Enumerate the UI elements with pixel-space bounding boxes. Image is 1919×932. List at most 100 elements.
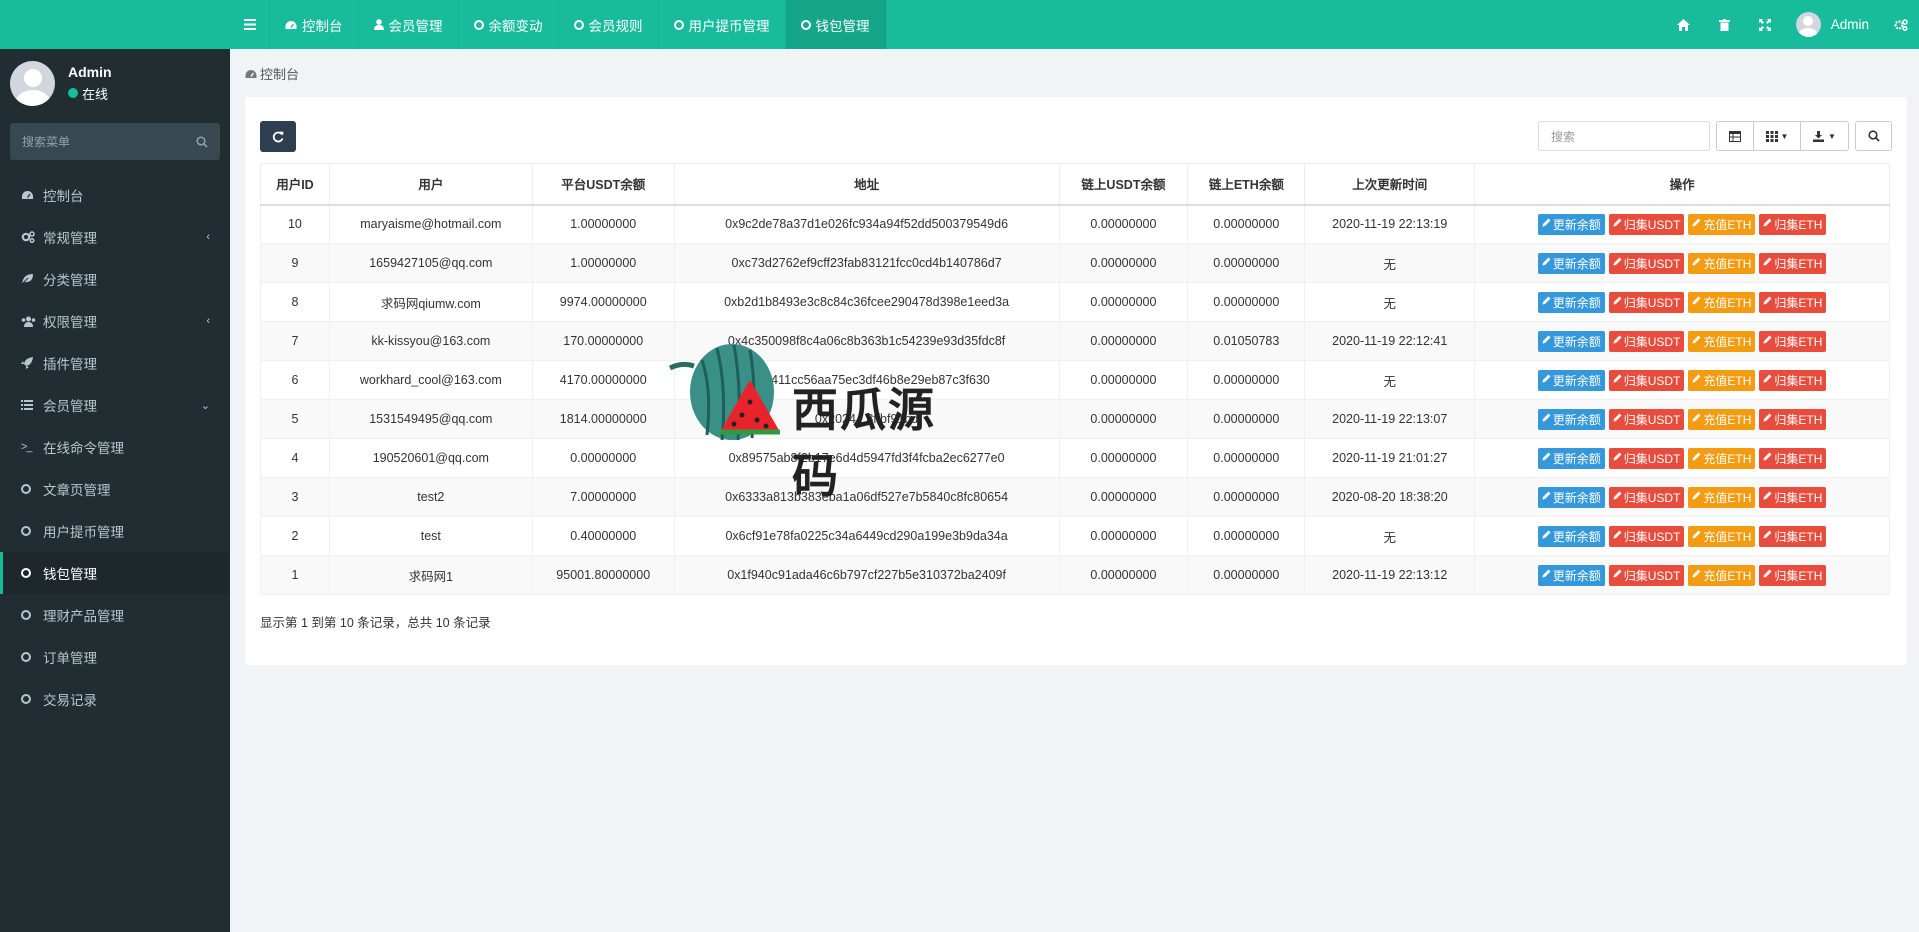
recharge-eth-button[interactable]: 充值ETH [1688,486,1756,508]
collect-usdt-button[interactable]: 归集USDT [1608,564,1685,586]
column-header[interactable]: 操作 [1474,163,1890,206]
collect-eth-button[interactable]: 归集ETH [1759,525,1827,547]
recharge-eth-button[interactable]: 充值ETH [1688,408,1756,430]
column-header[interactable]: 链上USDT余额 [1058,163,1189,206]
advanced-search-button[interactable] [1855,121,1892,151]
collect-usdt-button[interactable]: 归集USDT [1608,408,1685,430]
update-balance-button[interactable]: 更新余额 [1537,486,1605,508]
collect-eth-button[interactable]: 归集ETH [1759,408,1827,430]
collect-usdt-button[interactable]: 归集USDT [1608,213,1685,235]
sidebar-item-8[interactable]: 用户提币管理 [0,510,230,552]
collect-eth-button[interactable]: 归集ETH [1759,486,1827,508]
recharge-eth-button[interactable]: 充值ETH [1688,369,1756,391]
recharge-eth-button[interactable]: 充值ETH [1688,330,1756,352]
collect-usdt-button[interactable]: 归集USDT [1608,252,1685,274]
top-tab-5[interactable]: 钱包管理 [785,0,886,49]
sidebar-item-4[interactable]: 插件管理 [0,342,230,384]
top-tab-2[interactable]: 余额变动 [459,0,559,49]
fullscreen-button[interactable] [1745,0,1786,49]
update-balance-button[interactable]: 更新余额 [1537,291,1605,313]
column-header[interactable]: 用户ID [260,163,330,206]
cogs-icon [21,231,41,243]
update-balance-button[interactable]: 更新余额 [1537,252,1605,274]
pencil-icon [1542,257,1551,269]
collect-usdt-button[interactable]: 归集USDT [1608,447,1685,469]
update-balance-button[interactable]: 更新余额 [1537,525,1605,547]
sidebar-item-12[interactable]: 交易记录 [0,678,230,720]
sidebar-item-label: 分类管理 [43,273,97,288]
top-user-menu[interactable]: Admin [1786,0,1883,49]
search-icon[interactable] [196,135,208,148]
collect-eth-button[interactable]: 归集ETH [1759,564,1827,586]
op-label: 归集ETH [1774,412,1823,427]
collect-usdt-button[interactable]: 归集USDT [1608,486,1685,508]
menu-bars-icon [243,19,256,30]
sidebar-item-9[interactable]: 钱包管理 [0,552,230,594]
sidebar-item-0[interactable]: 控制台 [0,174,230,216]
column-header[interactable]: 上次更新时间 [1304,163,1476,206]
top-tab-4[interactable]: 用户提币管理 [659,0,786,49]
refresh-button[interactable] [260,121,296,152]
update-balance-button[interactable]: 更新余额 [1537,447,1605,469]
update-balance-button[interactable]: 更新余额 [1537,564,1605,586]
sidebar-item-11[interactable]: 订单管理 [0,636,230,678]
sidebar-item-7[interactable]: 文章页管理 [0,468,230,510]
sidebar-item-1[interactable]: 常规管理 ‹ [0,216,230,258]
columns-dropdown-button[interactable]: ▼ [1754,122,1801,150]
settings-button[interactable] [1883,0,1919,49]
op-label: 归集USDT [1623,451,1681,466]
breadcrumb-current[interactable]: 控制台 [260,64,299,83]
collect-eth-button[interactable]: 归集ETH [1759,291,1827,313]
toggle-card-view-button[interactable] [1717,122,1754,150]
collect-eth-button[interactable]: 归集ETH [1759,213,1827,235]
menu-search-input[interactable]: 搜索菜单 [10,123,220,160]
top-tab-1[interactable]: 会员管理 [359,0,459,49]
circle-icon [21,484,41,494]
sidebar-toggle-button[interactable] [230,0,270,49]
collect-usdt-button[interactable]: 归集USDT [1608,330,1685,352]
sidebar-item-5[interactable]: 会员管理 ⌄ [0,384,230,426]
column-header[interactable]: 链上ETH余额 [1187,163,1306,206]
recharge-eth-button[interactable]: 充值ETH [1688,564,1756,586]
collect-eth-button[interactable]: 归集ETH [1759,369,1827,391]
recharge-eth-button[interactable]: 充值ETH [1688,291,1756,313]
column-header[interactable]: 平台USDT余额 [531,163,675,206]
pencil-icon [1613,491,1622,503]
column-header[interactable]: 地址 [673,163,1060,206]
pencil-icon [1692,530,1701,542]
wallet-table: 用户ID 用户 平台USDT余额 地址 链上USDT余额 链上ETH余额 上次更新时间 操作 … [260,163,1890,595]
list-icon [21,400,41,410]
collect-eth-button[interactable]: 归集ETH [1759,330,1827,352]
recharge-eth-button[interactable]: 充值ETH [1688,252,1756,274]
export-dropdown-button[interactable]: ▼ [1801,122,1848,150]
circle-icon [473,19,484,30]
sidebar-item-2[interactable]: 分类管理 [0,258,230,300]
collect-usdt-button[interactable]: 归集USDT [1608,525,1685,547]
recharge-eth-button[interactable]: 充值ETH [1688,525,1756,547]
home-button[interactable] [1663,0,1704,49]
collect-usdt-button[interactable]: 归集USDT [1608,291,1685,313]
table-cell: 求码网qiumw.com [328,282,533,322]
op-label: 归集USDT [1623,529,1681,544]
table-search-input[interactable]: 搜索 [1538,121,1710,151]
top-tab-0[interactable]: 控制台 [270,0,359,49]
update-balance-button[interactable]: 更新余额 [1537,408,1605,430]
update-balance-button[interactable]: 更新余额 [1537,213,1605,235]
collect-eth-button[interactable]: 归集ETH [1759,447,1827,469]
sidebar-item-6[interactable]: >_ 在线命令管理 [0,426,230,468]
sidebar-item-3[interactable]: 权限管理 ‹ [0,300,230,342]
sidebar-item-label: 权限管理 [43,315,97,330]
recharge-eth-button[interactable]: 充值ETH [1688,447,1756,469]
table-cell: 1.00000000 [531,243,675,283]
sidebar-item-10[interactable]: 理财产品管理 [0,594,230,636]
collect-usdt-button[interactable]: 归集USDT [1608,369,1685,391]
collect-eth-button[interactable]: 归集ETH [1759,252,1827,274]
clear-cache-button[interactable] [1704,0,1745,49]
update-balance-button[interactable]: 更新余额 [1537,369,1605,391]
recharge-eth-button[interactable]: 充值ETH [1688,213,1756,235]
brand-logo-area[interactable] [0,0,230,49]
column-header[interactable]: 用户 [328,163,533,206]
pencil-icon [1542,569,1551,581]
top-tab-3[interactable]: 会员规则 [559,0,659,49]
update-balance-button[interactable]: 更新余额 [1537,330,1605,352]
